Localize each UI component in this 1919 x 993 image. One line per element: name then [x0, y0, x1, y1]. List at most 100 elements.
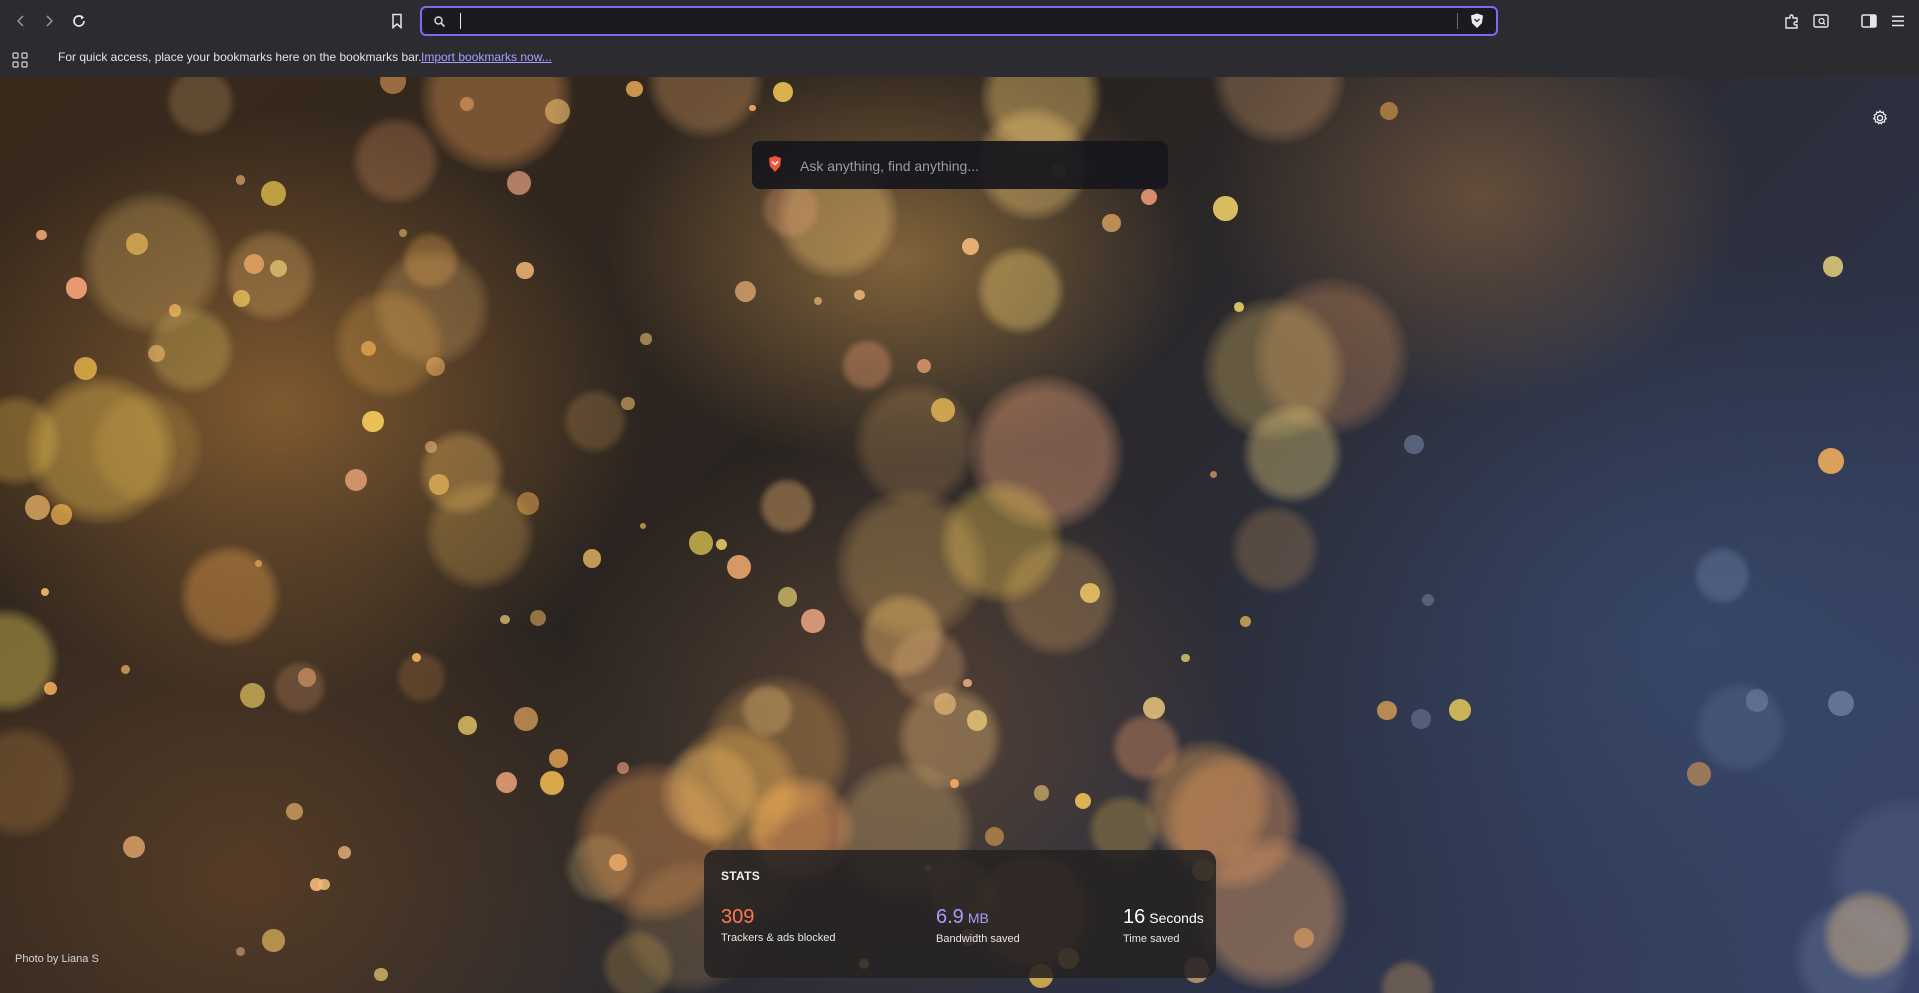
bookmark-button[interactable] — [383, 7, 411, 35]
import-bookmarks-link[interactable]: Import bookmarks now... — [421, 50, 552, 64]
background-bokeh — [425, 356, 446, 377]
background-bokeh — [854, 289, 865, 301]
background-bokeh — [0, 395, 61, 486]
background-bokeh — [1422, 593, 1435, 607]
background-bokeh — [1695, 681, 1787, 773]
background-bokeh — [549, 749, 568, 768]
background-bokeh — [999, 538, 1118, 657]
background-bokeh — [168, 304, 182, 317]
new-tab-search-box[interactable] — [752, 141, 1168, 189]
sidebar-icon — [1861, 14, 1877, 28]
background-bokeh — [565, 832, 636, 904]
apps-button[interactable] — [6, 46, 34, 74]
background-bokeh — [1074, 793, 1091, 810]
reading-list-button[interactable] — [1807, 7, 1835, 35]
time-saved-unit: Seconds — [1149, 910, 1204, 926]
background-bokeh — [496, 771, 518, 793]
background-bokeh — [715, 539, 728, 551]
background-bokeh — [530, 609, 547, 626]
background-bokeh — [741, 684, 795, 738]
background-bokeh — [507, 171, 532, 195]
background-bokeh — [179, 545, 280, 646]
background-bokeh — [758, 477, 815, 534]
background-bokeh — [120, 664, 131, 675]
address-bar[interactable] — [420, 6, 1498, 36]
background-bokeh — [1033, 785, 1050, 802]
background-bokeh — [1822, 256, 1844, 278]
background-bokeh — [897, 685, 1002, 791]
background-bokeh — [640, 333, 652, 345]
background-bokeh — [1380, 101, 1399, 120]
background-bokeh — [544, 98, 571, 124]
time-saved-label: Time saved — [1123, 933, 1180, 945]
background-bokeh — [334, 288, 444, 399]
background-bokeh — [515, 261, 534, 280]
background-bokeh — [1379, 959, 1436, 993]
background-bokeh — [966, 710, 988, 731]
background-bokeh — [836, 489, 988, 641]
background-bokeh — [460, 97, 475, 112]
reload-icon — [73, 15, 85, 27]
extensions-button[interactable] — [1778, 7, 1806, 35]
background-bokeh — [240, 682, 266, 708]
new-tab-search-input[interactable] — [798, 153, 1152, 179]
background-bokeh — [425, 441, 438, 454]
background-bokeh — [269, 259, 288, 278]
background-bokeh — [621, 396, 636, 411]
background-bokeh — [337, 845, 351, 859]
reload-button[interactable] — [65, 7, 93, 35]
background-bokeh — [262, 929, 285, 952]
background-bokeh — [36, 230, 47, 241]
background-bokeh — [640, 523, 647, 530]
background-bokeh — [962, 238, 980, 256]
background-bokeh — [968, 375, 1123, 531]
forward-button[interactable] — [35, 7, 63, 35]
chevron-right-icon — [46, 15, 54, 27]
background-bokeh — [626, 80, 644, 98]
gear-icon — [1872, 109, 1888, 125]
background-bokeh — [500, 614, 511, 625]
background-bokeh — [1686, 762, 1711, 787]
background-bokeh — [659, 742, 760, 842]
background-bokeh — [1818, 448, 1845, 475]
background-bokeh — [380, 77, 406, 94]
background-bokeh — [122, 835, 146, 859]
background-bokeh — [235, 175, 246, 185]
background-bokeh — [24, 494, 50, 520]
background-bokeh — [563, 389, 627, 454]
main-menu-button[interactable] — [1884, 7, 1912, 35]
background-bokeh — [243, 254, 265, 275]
background-bokeh — [670, 724, 800, 854]
background-bokeh — [352, 116, 440, 205]
background-bokeh — [0, 608, 58, 713]
background-bokeh — [950, 779, 959, 788]
background-bokeh — [89, 390, 203, 504]
photo-credit[interactable]: Photo by Liana S — [15, 953, 99, 965]
browser-toolbar — [0, 0, 1919, 42]
customize-settings-button[interactable] — [1869, 107, 1891, 129]
address-input[interactable] — [462, 10, 1456, 34]
bookmarks-bar-message: For quick access, place your bookmarks h… — [58, 50, 422, 64]
background-bokeh — [224, 230, 316, 322]
background-bokeh — [428, 474, 449, 495]
background-bokeh — [860, 592, 946, 678]
brave-shields-icon[interactable] — [1468, 12, 1486, 30]
background-bokeh — [1828, 796, 1919, 956]
background-bokeh — [916, 359, 931, 374]
background-bokeh — [1212, 77, 1346, 145]
background-bokeh — [1213, 196, 1238, 221]
background-bokeh — [1404, 434, 1424, 455]
background-bokeh — [1140, 188, 1157, 205]
background-bokeh — [255, 560, 262, 567]
background-bokeh — [73, 356, 97, 381]
stat-time: 16 Seconds Time saved — [1123, 906, 1204, 945]
background-bokeh — [601, 930, 674, 993]
background-bokeh — [1234, 302, 1244, 312]
back-button[interactable] — [7, 7, 35, 35]
background-bokeh — [1822, 890, 1913, 980]
background-bokeh — [1693, 546, 1751, 604]
background-bokeh — [165, 77, 236, 137]
background-bokeh — [44, 682, 58, 696]
sidebar-button[interactable] — [1855, 7, 1883, 35]
background-bokeh — [419, 430, 505, 516]
